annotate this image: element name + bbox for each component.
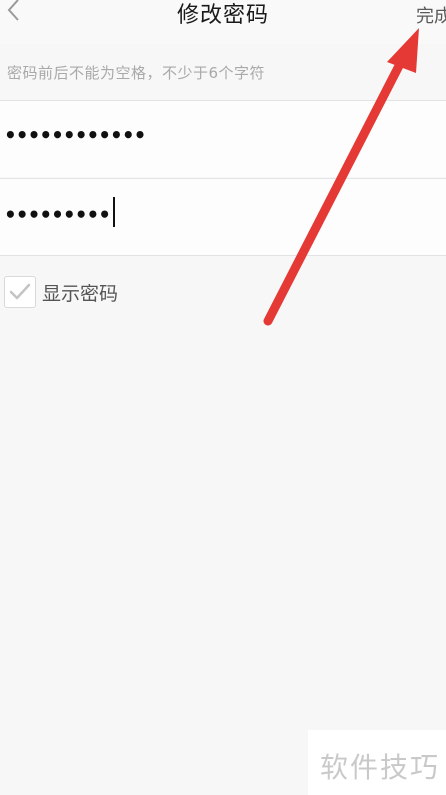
confirm-password-field[interactable]: ••••••••• (0, 178, 446, 256)
show-password-checkbox[interactable] (4, 276, 36, 308)
done-button[interactable]: 完成 (416, 6, 446, 28)
watermark: 软件技巧 (308, 730, 446, 795)
show-password-toggle[interactable]: 显示密码 (4, 276, 118, 308)
password-hint: 密码前后不能为空格，不少于6个字符 (7, 64, 266, 82)
show-password-label: 显示密码 (42, 282, 119, 305)
text-caret (113, 197, 116, 227)
page-title: 修改密码 (176, 3, 269, 28)
new-password-field[interactable]: •••••••••••• (0, 100, 446, 177)
change-password-screen: 修改密码 完成 密码前后不能为空格，不少于6个字符 •••••••••••• •… (0, 0, 446, 795)
new-password-value: •••••••••••• (4, 123, 146, 147)
navigation-bar: 修改密码 完成 (0, 0, 446, 44)
confirm-password-text: ••••••••• (4, 202, 111, 227)
checkmark-icon (9, 283, 31, 300)
confirm-password-value: ••••••••• (4, 197, 116, 231)
watermark-text: 软件技巧 (320, 751, 441, 784)
